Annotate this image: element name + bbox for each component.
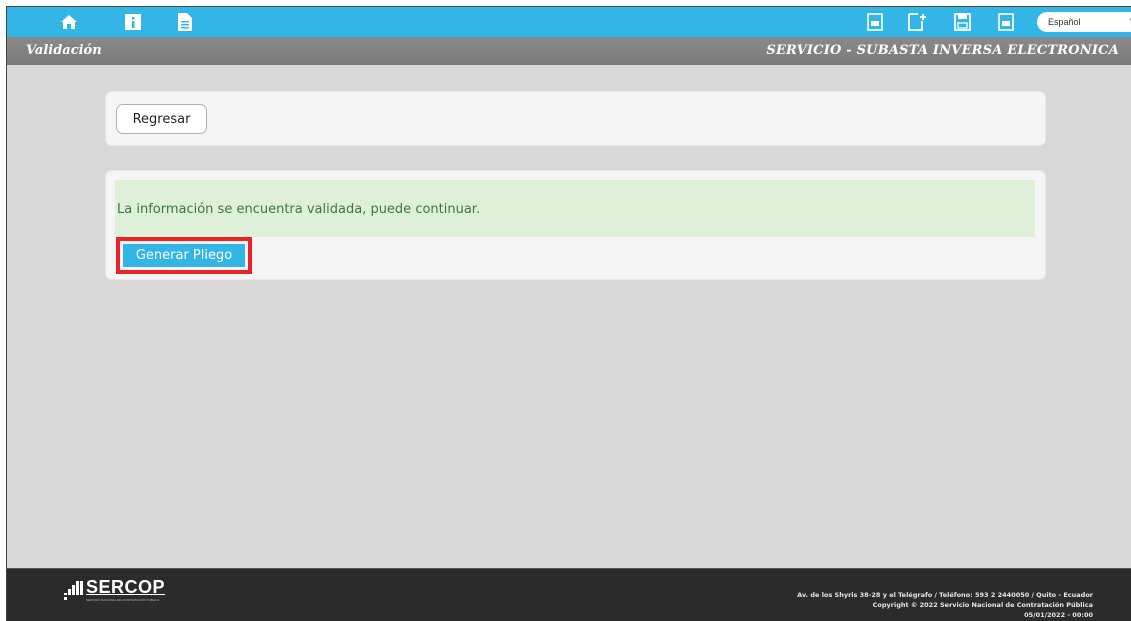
pdf-icon[interactable] [865,12,885,32]
back-button[interactable]: Regresar [116,104,207,134]
validation-panel: La información se encuentra validada, pu… [105,170,1046,280]
footer: SERCOP SERVICIO NACIONAL DE CONTRATACIÓN… [7,568,1131,621]
generate-pliego-button[interactable]: Generar Pliego [123,244,245,267]
footer-info: Av. de los Shyris 38-28 y el Telégrafo /… [797,590,1093,620]
logo-text: SERCOP [86,577,166,597]
top-toolbar: Español v [7,7,1131,37]
logo-tagline: SERVICIO NACIONAL DE CONTRATACIÓN PÚBLIC… [86,598,160,602]
home-icon[interactable] [59,12,79,32]
sercop-logo: SERCOP SERVICIO NACIONAL DE CONTRATACIÓN… [64,577,204,609]
document-icon[interactable] [175,12,195,32]
app-window: Español v Validación SERVICIO - SUBASTA … [6,6,1131,621]
sercop-logo-icon [64,581,83,600]
language-selected-value: Español [1048,17,1081,27]
validation-message: La información se encuentra validada, pu… [117,202,481,217]
pdf-icon-2[interactable] [996,12,1016,32]
footer-copyright: Copyright © 2022 Servicio Nacional de Co… [872,601,1093,609]
actions-panel: Regresar [105,91,1046,146]
highlight-box: Generar Pliego [116,237,252,274]
title-bar: Validación SERVICIO - SUBASTA INVERSA EL… [7,37,1131,65]
footer-address: Av. de los Shyris 38-28 y el Telégrafo /… [797,591,1093,599]
save-icon[interactable] [952,12,972,32]
page-title: Validación [26,43,102,58]
info-icon[interactable] [123,12,143,32]
language-select[interactable]: Español v [1037,12,1131,32]
footer-timestamp: 05/01/2022 - 00:00 [1024,611,1093,619]
new-document-icon[interactable] [907,12,929,32]
service-title: SERVICIO - SUBASTA INVERSA ELECTRONICA [766,43,1119,58]
success-alert: La información se encuentra validada, pu… [115,180,1035,237]
